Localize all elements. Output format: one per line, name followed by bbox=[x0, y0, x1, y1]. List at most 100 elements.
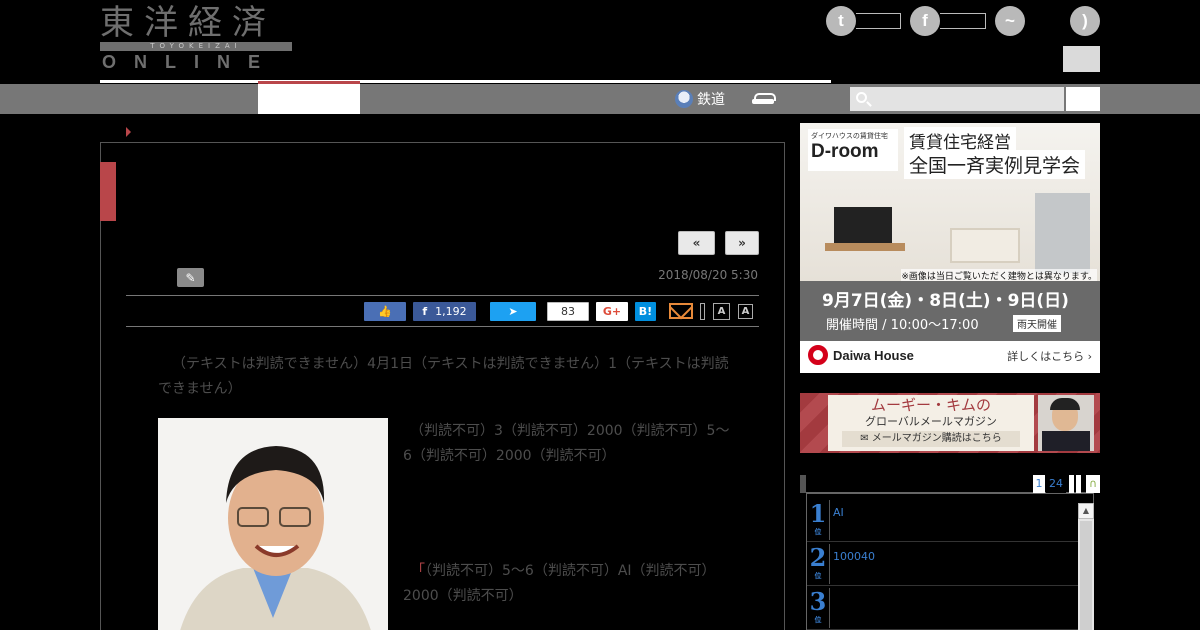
droom-brand-small: ダイワハウスの賃貸住宅 bbox=[811, 132, 888, 140]
twitter-icon[interactable]: t bbox=[826, 6, 856, 36]
hatena-count-box: 83 bbox=[547, 302, 589, 321]
search-icon bbox=[856, 92, 867, 103]
train-icon bbox=[675, 90, 693, 108]
droom-date-band: 9月7日(金)・8日(土)・9日(日) 開催時間 / 10:00〜17:00 雨… bbox=[800, 281, 1100, 341]
search-input[interactable] bbox=[850, 87, 1064, 111]
text-size-large-button[interactable]: A bbox=[713, 303, 730, 320]
facebook-icon[interactable]: f bbox=[910, 6, 940, 36]
ranking-tab-1h[interactable]: 1 bbox=[1033, 475, 1045, 493]
rank-divider bbox=[829, 544, 830, 584]
quote-mark: 「 bbox=[411, 563, 425, 579]
mugi-kim-ad-banner[interactable]: ムーギー・キムの グローバルメールマガジン ✉ メールマガジン購読はこちら bbox=[800, 393, 1100, 453]
nav-item-railway-label: 鉄道 bbox=[697, 92, 725, 108]
rank-unit: 位 bbox=[814, 528, 822, 536]
facebook-share-button[interactable]: f 1,192 bbox=[413, 302, 476, 321]
messenger-icon[interactable]: ~ bbox=[995, 6, 1025, 36]
ranking-item[interactable]: 1位 AI bbox=[807, 498, 1079, 542]
mugi-cta-label: メールマガジン購読はこちら bbox=[871, 433, 1002, 444]
droom-company-name: Daiwa House bbox=[833, 347, 914, 363]
logo-en: ONLINE bbox=[102, 52, 279, 72]
facebook-count-box bbox=[940, 13, 986, 29]
rank-divider bbox=[829, 500, 830, 540]
mugi-hair-shape bbox=[1050, 398, 1080, 410]
header-divider bbox=[100, 80, 831, 83]
droom-brand-box: ダイワハウスの賃貸住宅 D-room bbox=[808, 129, 898, 171]
photo-illustration bbox=[158, 418, 388, 630]
tv-shape bbox=[834, 207, 892, 243]
nav-item-railway[interactable]: 鉄道 bbox=[675, 87, 725, 111]
logo-sub: TOYOKEIZAI bbox=[150, 42, 242, 50]
ranking-tab-24h[interactable]: 24 bbox=[1046, 475, 1066, 493]
rss-icon[interactable]: ) bbox=[1070, 6, 1100, 36]
droom-time-row: 開催時間 / 10:00〜17:00 bbox=[826, 318, 979, 333]
nav-item-car[interactable] bbox=[752, 87, 778, 111]
twitter-share-button[interactable]: ➤ bbox=[490, 302, 536, 321]
tv-stand-shape bbox=[825, 243, 905, 251]
droom-headline-2: 全国一斉実例見学会 bbox=[904, 150, 1086, 179]
mugi-cta: ✉ メールマガジン購読はこちら bbox=[842, 431, 1020, 447]
rank-title[interactable]: AI bbox=[833, 506, 844, 519]
mugi-suit-shape bbox=[1042, 431, 1090, 451]
droom-ad-banner[interactable]: ダイワハウスの賃貸住宅 D-room 賃貸住宅経営 全国一斉実例見学会 ※画像は… bbox=[800, 123, 1100, 373]
ranking-list: 1位 AI 2位 100040 3位 bbox=[806, 493, 1094, 630]
twitter-glyph: t bbox=[838, 11, 844, 30]
car-icon bbox=[752, 93, 776, 105]
rank-number: 2位 bbox=[809, 543, 827, 581]
article-paragraph-2-text: （判読不可）5〜6（判読不可）AI（判読不可）2000（判読不可） bbox=[403, 563, 716, 604]
author-icon[interactable]: ✎ bbox=[177, 268, 204, 287]
rank-title[interactable]: 100040 bbox=[833, 550, 875, 563]
share-separator bbox=[700, 303, 705, 320]
droom-cta-label: 詳しくはこちら bbox=[1007, 350, 1085, 363]
ranking-scroll-thumb[interactable] bbox=[1080, 521, 1092, 630]
article-paragraph-2: 「（判読不可）5〜6（判読不可）AI（判読不可）2000（判読不可） bbox=[403, 559, 733, 609]
droom-time-label: 開催時間 bbox=[826, 318, 879, 333]
site-logo[interactable]: 東洋経済 TOYOKEIZAI ONLINE bbox=[100, 5, 295, 73]
droom-time: 10:00〜17:00 bbox=[890, 318, 979, 333]
droom-company: Daiwa House bbox=[808, 345, 914, 365]
rank-unit: 位 bbox=[814, 616, 822, 624]
breadcrumb-arrow-icon bbox=[126, 127, 131, 137]
window-shape bbox=[1035, 193, 1090, 273]
rank-number: 3位 bbox=[809, 587, 827, 625]
next-page-button[interactable]: » bbox=[725, 231, 759, 255]
scroll-up-icon[interactable]: ▲ bbox=[1078, 503, 1094, 519]
interviewee-photo bbox=[158, 418, 388, 630]
mugi-sub: グローバルメールマガジン bbox=[865, 415, 997, 428]
publish-date: 2018/08/20 5:30 bbox=[658, 268, 758, 282]
sofa-shape bbox=[950, 228, 1020, 263]
ranking-tab-extra[interactable]: ∩ bbox=[1086, 475, 1100, 493]
mail-share-icon[interactable] bbox=[669, 303, 693, 319]
chevron-right-icon: › bbox=[1087, 350, 1092, 363]
login-button[interactable] bbox=[1063, 46, 1100, 72]
search-button[interactable] bbox=[1066, 87, 1100, 111]
like-button[interactable]: 👍 bbox=[364, 302, 406, 321]
facebook-glyph: f bbox=[922, 11, 928, 30]
ranking-item[interactable]: 3位 bbox=[807, 586, 1079, 630]
text-size-small-button[interactable]: A bbox=[738, 304, 753, 319]
prev-page-button[interactable]: « bbox=[678, 231, 715, 255]
daiwa-logo-icon bbox=[808, 345, 828, 365]
rank-number: 1位 bbox=[809, 499, 827, 537]
droom-brand: D-room bbox=[811, 141, 879, 162]
droom-rain-badge: 雨天開催 bbox=[1013, 315, 1061, 332]
facebook-share-icon: f bbox=[422, 305, 428, 318]
article-lead: （テキストは判読できません）4月1日（テキストは判読できません）1（テキストは判… bbox=[158, 356, 729, 397]
google-plus-button[interactable]: G+ bbox=[596, 302, 628, 321]
rank-number-value: 3 bbox=[809, 587, 827, 616]
mugi-title: ムーギー・キムの bbox=[870, 396, 991, 414]
hatena-count: 83 bbox=[561, 305, 575, 318]
ranking-tab-week[interactable] bbox=[1069, 475, 1074, 493]
twitter-share-icon: ➤ bbox=[508, 305, 518, 318]
ranking-item[interactable]: 2位 100040 bbox=[807, 542, 1079, 586]
rank-number-value: 2 bbox=[809, 543, 827, 572]
logo-kanji: 東洋経済 bbox=[100, 3, 276, 43]
article-paragraph-1: （判読不可）3（判読不可）2000（判読不可）5〜6（判読不可）2000（判読不… bbox=[403, 423, 730, 464]
envelope-icon: ✉ bbox=[860, 433, 869, 444]
thumbs-up-icon: 👍 bbox=[378, 305, 392, 318]
droom-cta[interactable]: 詳しくはこちら › bbox=[1007, 348, 1092, 364]
nav-tab-active[interactable] bbox=[258, 81, 360, 114]
ranking-tab-month[interactable] bbox=[1076, 475, 1081, 493]
rss-glyph: ) bbox=[1082, 11, 1088, 30]
rank-number-value: 1 bbox=[809, 499, 827, 528]
hatena-bookmark-button[interactable]: B! bbox=[635, 302, 656, 321]
